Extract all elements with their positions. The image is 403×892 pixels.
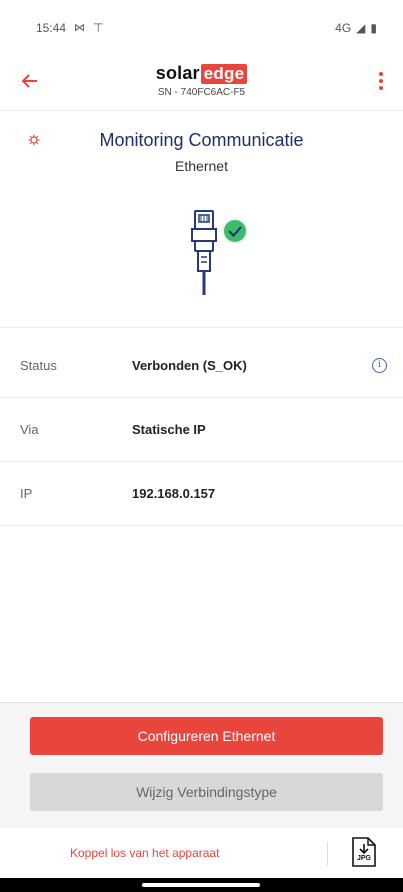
disconnect-device-link[interactable]: Koppel los van het apparaat — [70, 846, 219, 860]
configure-ethernet-button[interactable]: Configureren Ethernet — [30, 717, 383, 755]
app-bar: solar edge SN - 740FC6AC-F5 — [0, 55, 403, 111]
logo-edge-text: edge — [200, 63, 248, 84]
home-gesture-pill[interactable] — [142, 883, 260, 887]
more-options-icon[interactable] — [373, 67, 389, 95]
footer-divider — [327, 842, 328, 866]
app-logo: solar edge SN - 740FC6AC-F5 — [0, 63, 403, 98]
row-value: 192.168.0.157 — [132, 486, 216, 501]
action-panel: Configureren Ethernet Wijzig Verbindings… — [0, 702, 403, 829]
divider — [0, 327, 403, 328]
logo-solar-text: solar — [155, 63, 200, 83]
row-ip: IP 192.168.0.157 — [0, 462, 403, 526]
system-nav-bar — [0, 878, 403, 892]
row-label: IP — [20, 486, 33, 501]
status-bar: 15:44 ⋈ ⊤ 4G ◢ ▮ — [0, 0, 403, 55]
ethernet-plug-icon — [191, 210, 248, 295]
network-type: 4G — [335, 20, 352, 35]
row-status: Status Verbonden (S_OK) i — [0, 334, 403, 398]
export-jpg-label: JPG — [356, 855, 371, 862]
row-value: Verbonden (S_OK) — [132, 358, 247, 373]
messages-icon: ⋈ — [74, 22, 86, 34]
row-label: Via — [20, 422, 39, 437]
info-icon[interactable]: i — [372, 358, 387, 373]
footer-bar: Koppel los van het apparaat JPG — [0, 828, 403, 878]
battery-icon: ▮ — [370, 20, 377, 35]
device-serial: SN - 740FC6AC-F5 — [157, 87, 246, 98]
page-title: Monitoring Communicatie — [99, 130, 304, 150]
status-time: 15:44 — [36, 20, 67, 35]
antenna-icon: ⊤ — [93, 20, 104, 35]
change-connection-type-button[interactable]: Wijzig Verbindingstype — [30, 773, 383, 811]
section-header: Monitoring Communicatie Ethernet — [0, 120, 403, 174]
gear-icon — [28, 134, 40, 149]
signal-icon: ◢ — [356, 20, 366, 35]
row-via: Via Statische IP — [0, 398, 403, 462]
row-value: Statische IP — [132, 422, 206, 437]
page-subtitle: Ethernet — [175, 158, 228, 174]
row-label: Status — [20, 358, 57, 373]
export-jpg-icon[interactable]: JPG — [351, 836, 377, 868]
ethernet-connected-illustration — [190, 205, 270, 305]
